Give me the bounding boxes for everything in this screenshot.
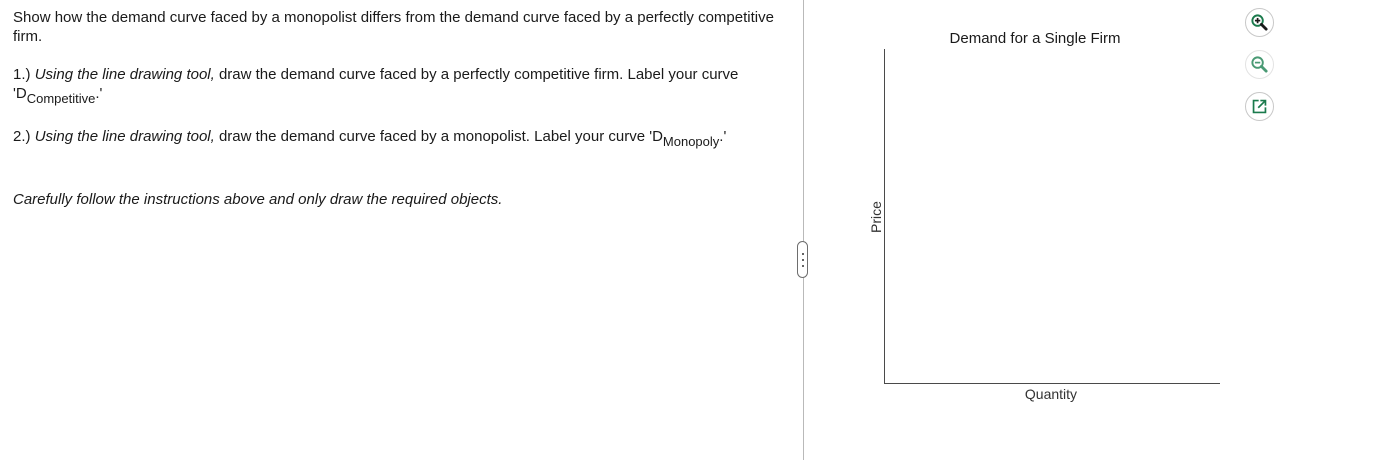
- step-2-text: draw the demand curve faced by a monopol…: [214, 128, 663, 145]
- popout-button[interactable]: [1245, 92, 1274, 121]
- x-axis-label: Quantity: [1024, 386, 1078, 402]
- question-intro: Show how the demand curve faced by a mon…: [13, 9, 774, 45]
- y-axis-label: Price: [868, 201, 884, 233]
- zoom-out-icon: [1251, 56, 1268, 73]
- step-1-tool-phrase: Using the line drawing tool,: [34, 66, 215, 83]
- step-1-suffix: .': [95, 85, 103, 102]
- instruction-step-1: 1.) Using the line drawing tool, draw th…: [13, 65, 783, 106]
- step-2-tool-phrase: Using the line drawing tool,: [34, 128, 215, 145]
- step-2-suffix: .': [719, 128, 727, 145]
- zoom-in-button[interactable]: [1245, 8, 1274, 37]
- zoom-in-icon: [1251, 14, 1268, 31]
- x-axis: [884, 383, 1220, 384]
- pane-divider: [803, 0, 804, 460]
- splitter-dot: [801, 252, 804, 255]
- question-pane: Show how the demand curve faced by a mon…: [0, 0, 803, 460]
- popout-icon: [1252, 99, 1267, 114]
- app-root: Show how the demand curve faced by a mon…: [0, 0, 1391, 460]
- step-1-subscript: Competitive: [26, 91, 96, 106]
- splitter-dot: [801, 258, 804, 261]
- instruction-note: Carefully follow the instructions above …: [13, 191, 503, 208]
- pane-splitter-handle[interactable]: [797, 241, 808, 278]
- splitter-dot: [801, 264, 804, 267]
- zoom-out-button[interactable]: [1245, 50, 1274, 79]
- graph-title: Demand for a Single Firm: [949, 30, 1121, 47]
- step-2-subscript: Monopoly: [662, 134, 720, 149]
- y-axis: [884, 49, 885, 383]
- instruction-step-2: 2.) Using the line drawing tool, draw th…: [13, 127, 783, 149]
- step-1-number: 1.): [13, 66, 35, 83]
- step-2-number: 2.): [13, 128, 35, 145]
